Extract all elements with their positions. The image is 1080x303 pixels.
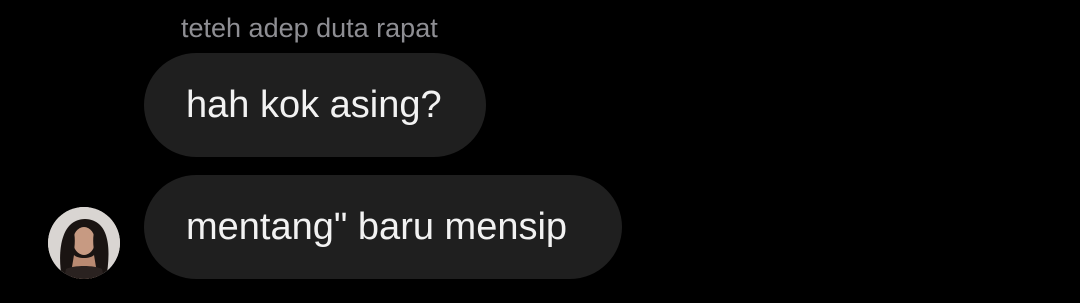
chat-thread: teteh adep duta rapat hah kok asing? men… bbox=[0, 0, 1080, 303]
sender-avatar[interactable] bbox=[48, 207, 120, 279]
user-avatar-photo-icon bbox=[48, 207, 120, 279]
message-bubble[interactable]: mentang" baru mensip bbox=[144, 175, 622, 279]
message-text: hah kok asing? bbox=[186, 83, 442, 126]
message-text: mentang" baru mensip bbox=[186, 205, 568, 248]
sender-name: teteh adep duta rapat bbox=[181, 13, 438, 43]
message-bubble[interactable]: hah kok asing? bbox=[144, 53, 486, 157]
